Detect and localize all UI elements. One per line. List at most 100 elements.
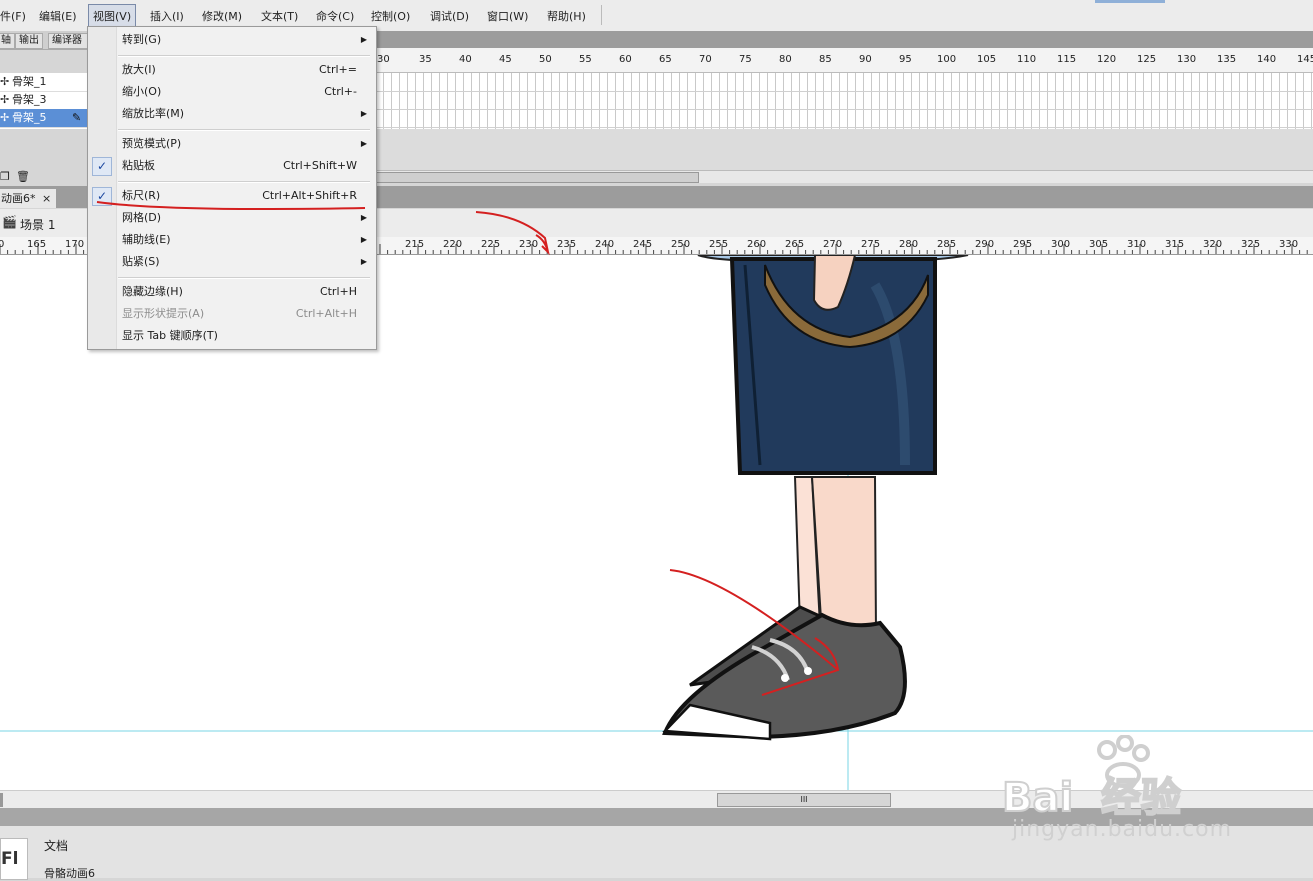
menu-item-label: 辅助线(E) <box>122 233 171 246</box>
menu-modify[interactable]: 修改(M) <box>202 8 242 24</box>
bone-layer-icon: ✢ <box>0 93 10 106</box>
tab-compiler-errors[interactable]: 编译器错 <box>48 33 90 49</box>
submenu-arrow-icon: ▶ <box>360 35 367 44</box>
panel-tab-strip: 轴 输出 编译器错 <box>0 31 90 50</box>
ruler-label: 315 <box>1165 239 1185 250</box>
menu-item-rulers[interactable]: ✓ 标尺(R) Ctrl+Alt+Shift+R <box>88 185 376 207</box>
menu-item-label: 粘贴板 <box>122 159 155 172</box>
menu-item-pasteboard[interactable]: ✓ 粘贴板 Ctrl+Shift+W <box>88 155 376 177</box>
scroll-left-edge <box>0 793 3 807</box>
document-tab[interactable]: 动画6* × <box>0 189 56 208</box>
menu-window[interactable]: 窗口(W) <box>487 8 528 24</box>
frame-number: 120 <box>1097 54 1117 65</box>
document-tab-label: 动画6* <box>1 192 36 205</box>
scene-label[interactable]: 场景 1 <box>20 216 55 233</box>
layer-row[interactable]: ✢ 骨架_1 <box>0 73 88 92</box>
tab-output[interactable]: 输出 <box>15 33 43 49</box>
menu-separator <box>118 129 370 131</box>
frame-number: 40 <box>459 54 472 65</box>
menu-item-grid[interactable]: 网格(D) ▶ <box>88 207 376 229</box>
menu-item-show-shape-hints: 显示形状提示(A) Ctrl+Alt+H <box>88 303 376 325</box>
ruler-label: 220 <box>443 239 463 250</box>
menu-item-zoom-in[interactable]: 放大(I) Ctrl+= <box>88 59 376 81</box>
frame-number: 50 <box>539 54 552 65</box>
menu-item-hide-edges[interactable]: 隐藏边缘(H) Ctrl+H <box>88 281 376 303</box>
ruler-label: 260 <box>747 239 767 250</box>
checkmark-icon: ✓ <box>92 157 112 176</box>
ruler-label: 170 <box>65 239 85 250</box>
bone-layer-icon: ✢ <box>0 75 10 88</box>
view-menu-dropdown: 转到(G) ▶ 放大(I) Ctrl+= 缩小(O) Ctrl+- 缩放比率(M… <box>87 26 377 350</box>
layer-name: 骨架_3 <box>12 93 47 106</box>
tab-timeline[interactable]: 轴 <box>0 33 15 49</box>
document-name[interactable]: 骨骼动画6 <box>44 865 95 881</box>
menu-item-label: 显示 Tab 键顺序(T) <box>122 329 218 342</box>
frame-number: 75 <box>739 54 752 65</box>
frame-number: 110 <box>1017 54 1037 65</box>
frame-ruler[interactable]: 30 35 40 45 50 55 60 65 70 75 80 85 90 9… <box>375 48 1313 73</box>
submenu-arrow-icon: ▶ <box>360 235 367 244</box>
menu-item-shortcut: Ctrl+Alt+H <box>295 307 357 320</box>
frame-number: 135 <box>1217 54 1237 65</box>
layer-row[interactable]: ✢ 骨架_3 <box>0 91 88 110</box>
menu-item-label: 网格(D) <box>122 211 162 224</box>
layer-name: 骨架_1 <box>12 75 47 88</box>
menu-insert[interactable]: 插入(I) <box>150 8 184 24</box>
ruler-label: 285 <box>937 239 957 250</box>
menu-help[interactable]: 帮助(H) <box>547 8 586 24</box>
pencil-icon[interactable]: ✎ <box>72 109 81 127</box>
close-icon[interactable]: × <box>42 189 51 208</box>
frame-number: 65 <box>659 54 672 65</box>
frame-number: 100 <box>937 54 957 65</box>
layer-name: 骨架_5 <box>12 111 47 124</box>
ruler-label: 330 <box>1279 239 1299 250</box>
timeline-scrollbar[interactable] <box>375 170 1313 183</box>
lace-tip <box>781 674 789 682</box>
menu-debug[interactable]: 调试(D) <box>430 8 469 24</box>
watermark-url: jingyan.baidu.com <box>1012 817 1233 842</box>
frame-grid[interactable] <box>375 73 1313 129</box>
frame-number: 130 <box>1177 54 1197 65</box>
timeline-footer: ❐ 🗑 <box>0 170 88 184</box>
ruler-label: 325 <box>1241 239 1261 250</box>
menu-commands[interactable]: 命令(C) <box>316 8 354 24</box>
menu-file[interactable]: 件(F) <box>0 8 26 24</box>
menu-separator <box>118 181 370 183</box>
menu-item-goto[interactable]: 转到(G) ▶ <box>88 29 376 51</box>
menu-item-label: 显示形状提示(A) <box>122 307 205 320</box>
menu-item-zoom-out[interactable]: 缩小(O) Ctrl+- <box>88 81 376 103</box>
watermark-brand: Bai 经验 <box>1001 774 1182 822</box>
menu-item-snapping[interactable]: 贴紧(S) ▶ <box>88 251 376 273</box>
frame-row <box>375 91 1313 110</box>
menu-text[interactable]: 文本(T) <box>261 8 298 24</box>
trash-icon[interactable]: 🗑 <box>16 170 30 183</box>
layer-row-selected[interactable]: ✢ 骨架_5 ✎ <box>0 109 88 128</box>
checkmark-icon: ✓ <box>92 187 112 206</box>
menu-item-label: 标尺(R) <box>122 189 161 202</box>
menu-item-show-tab-order[interactable]: 显示 Tab 键顺序(T) <box>88 325 376 347</box>
stage-scroll-thumb[interactable]: III <box>717 793 891 807</box>
menu-separator <box>118 277 370 279</box>
menu-item-guides[interactable]: 辅助线(E) ▶ <box>88 229 376 251</box>
frame-number: 145 <box>1297 54 1313 65</box>
frame-number: 115 <box>1057 54 1077 65</box>
menu-item-shortcut: Ctrl+Shift+W <box>283 159 357 172</box>
menu-control[interactable]: 控制(O) <box>371 8 410 24</box>
frame-number: 90 <box>859 54 872 65</box>
frame-number: 60 <box>619 54 632 65</box>
ruler-label: 310 <box>1127 239 1147 250</box>
lace-tip <box>804 667 812 675</box>
menu-item-magnification[interactable]: 缩放比率(M) ▶ <box>88 103 376 125</box>
frame-number: 95 <box>899 54 912 65</box>
menu-item-label: 贴紧(S) <box>122 255 160 268</box>
ruler-label: 215 <box>405 239 425 250</box>
timeline-header <box>375 31 1313 48</box>
ruler-label: 290 <box>975 239 995 250</box>
new-layer-icon[interactable]: ❐ <box>0 170 10 183</box>
menu-item-preview-mode[interactable]: 预览模式(P) ▶ <box>88 133 376 155</box>
frame-number: 30 <box>377 54 390 65</box>
menu-edit[interactable]: 编辑(E) <box>39 8 77 24</box>
timeline-scroll-thumb[interactable] <box>375 172 699 183</box>
menu-view[interactable]: 视图(V) <box>88 4 137 28</box>
layer-list: ✢ 骨架_1 ✢ 骨架_3 ✢ 骨架_5 ✎ <box>0 73 88 129</box>
